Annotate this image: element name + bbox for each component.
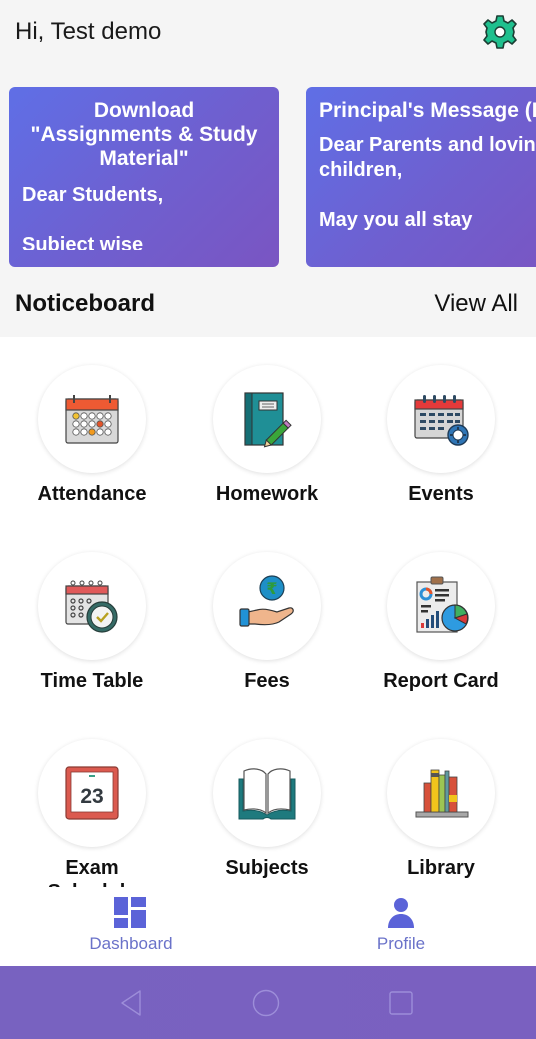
svg-text:₹: ₹ — [266, 579, 277, 598]
person-icon — [388, 898, 414, 928]
module-label: Homework — [215, 483, 319, 505]
home-icon — [252, 989, 280, 1017]
nav-dashboard[interactable]: Dashboard — [31, 887, 231, 966]
module-homework[interactable]: Homework — [178, 337, 356, 507]
calendar-clock-icon — [65, 580, 118, 633]
gear-icon — [483, 15, 517, 49]
view-all-link[interactable]: View All — [434, 290, 518, 318]
notice-carousel[interactable]: Download "Assignments & Study Material" … — [0, 87, 536, 268]
back-icon — [121, 990, 141, 1016]
recents-icon — [389, 991, 413, 1015]
module-attendance[interactable]: Attendance — [3, 337, 181, 507]
module-report-card[interactable]: Report Card — [352, 524, 530, 694]
module-fees[interactable]: ₹ Fees — [178, 524, 356, 694]
notice-card-title: Principal's Message (For 6th-12th Studen… — [319, 99, 536, 122]
modules-grid: Attendance Homework Events Time Table ₹ … — [0, 337, 536, 887]
nav-profile[interactable]: Profile — [301, 887, 501, 966]
attendance-calendar-icon — [65, 395, 119, 444]
module-label: Exam Schedule — [48, 857, 137, 887]
header: Hi, Test demo — [0, 0, 536, 80]
module-label: Fees — [244, 670, 290, 692]
notebook-pencil-icon — [244, 392, 292, 448]
dashboard-icon — [114, 897, 146, 928]
module-label: Time Table — [40, 670, 144, 692]
recents-button[interactable] — [386, 988, 416, 1018]
notice-card[interactable]: Principal's Message (For 6th-12th Studen… — [306, 87, 536, 267]
nav-label: Profile — [376, 934, 426, 953]
books-shelf-icon — [415, 769, 469, 818]
greeting: Hi, Test demo — [15, 18, 162, 45]
home-button[interactable] — [251, 988, 281, 1018]
system-navigation-bar — [0, 966, 536, 1039]
report-chart-icon — [416, 576, 469, 633]
module-library[interactable]: Library — [352, 711, 530, 881]
noticeboard-header: Noticeboard View All — [0, 275, 536, 337]
event-calendar-icon — [414, 395, 469, 446]
exam-date-number: 23 — [80, 785, 103, 808]
date-23-calendar-icon: 23 — [65, 766, 119, 820]
notice-card-body: Dear Students, Subject wise — [22, 184, 164, 250]
settings-button[interactable] — [481, 13, 519, 51]
module-events[interactable]: Events — [352, 337, 530, 507]
module-label: Library — [407, 857, 475, 879]
open-book-icon — [238, 768, 296, 820]
notice-card-body: Dear Parents and loving children, May yo… — [319, 134, 536, 231]
module-time-table[interactable]: Time Table — [3, 524, 181, 694]
noticeboard-title: Noticeboard — [15, 290, 156, 317]
back-button[interactable] — [116, 988, 146, 1018]
module-label: Attendance — [37, 483, 147, 505]
dashboard-screen: Hi, Test demo Download "Assignments & St… — [0, 0, 536, 1039]
notice-card-title: Download "Assignments & Study Material" — [30, 99, 258, 170]
module-exam-schedule[interactable]: 23 Exam Schedule — [3, 711, 181, 887]
nav-label: Dashboard — [89, 934, 173, 953]
module-label: Subjects — [225, 857, 309, 879]
bottom-navigation: Dashboard Profile — [0, 887, 536, 966]
module-label: Events — [408, 483, 474, 505]
module-label: Report Card — [383, 670, 499, 692]
module-subjects[interactable]: Subjects — [178, 711, 356, 881]
notice-card[interactable]: Download "Assignments & Study Material" … — [9, 87, 279, 267]
hand-rupee-coin-icon: ₹ — [239, 575, 294, 627]
